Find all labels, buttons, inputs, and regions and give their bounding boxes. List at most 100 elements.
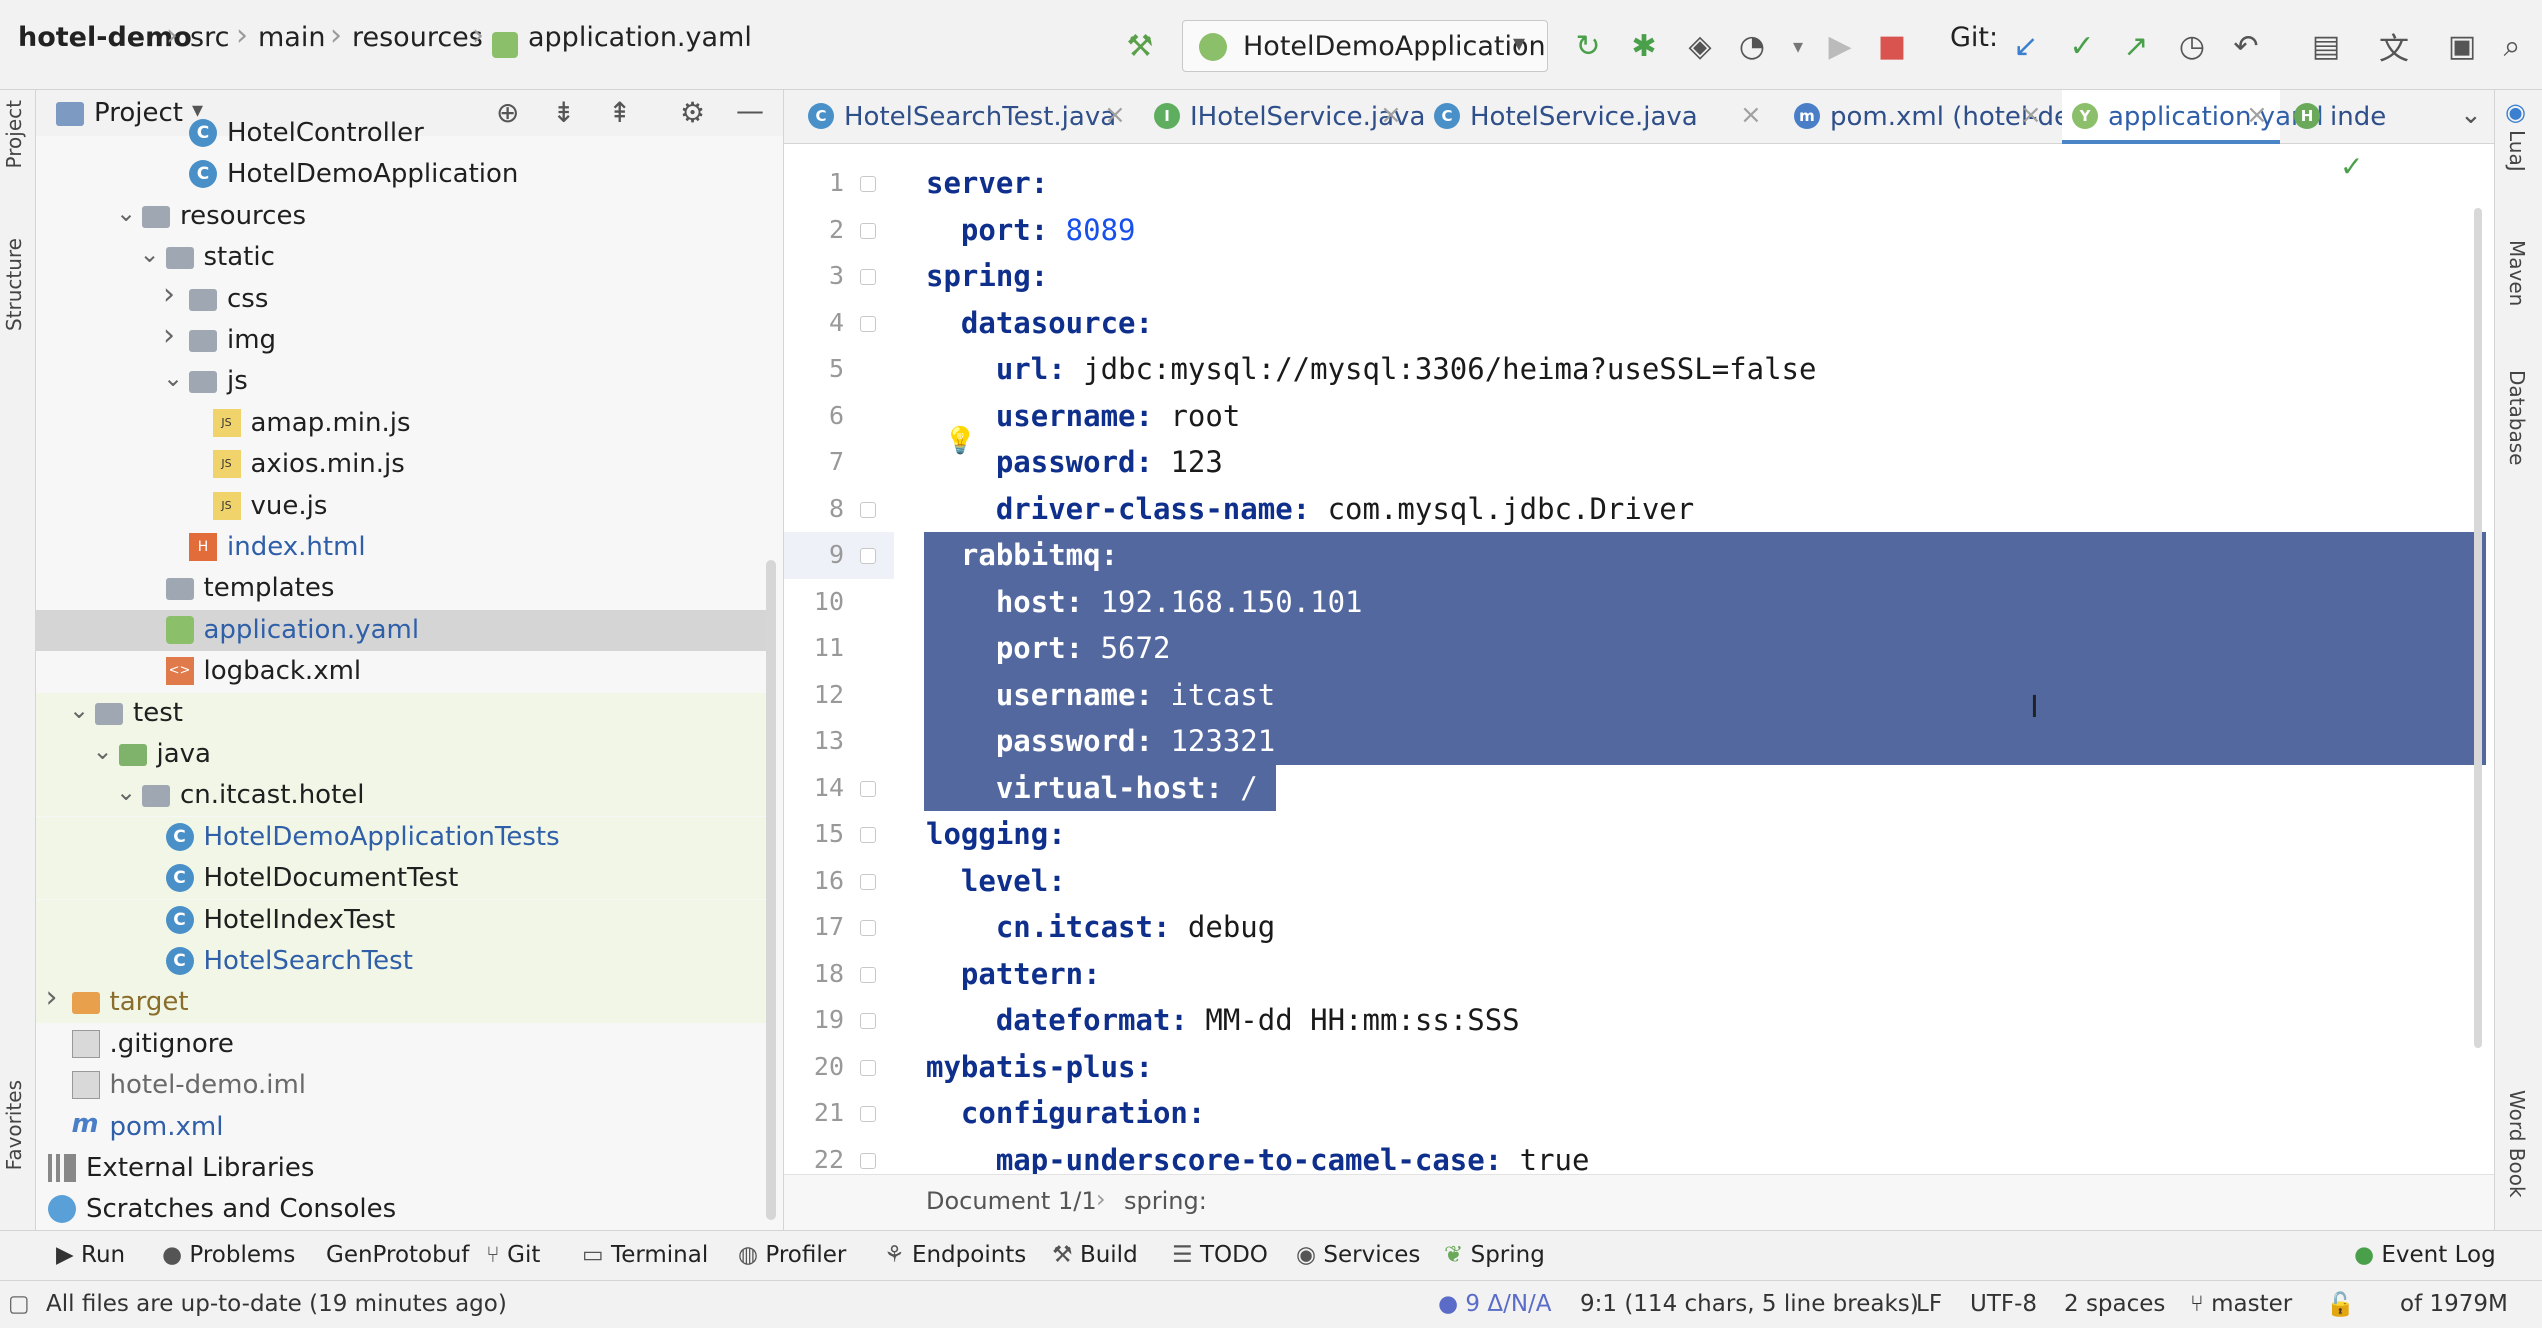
tree-item[interactable]: C HotelDemoApplication xyxy=(36,154,776,195)
inspection-ok-icon[interactable]: ✓ xyxy=(2340,150,2363,183)
debug-bug-icon[interactable]: ✱ xyxy=(1624,26,1664,66)
code-line[interactable]: port: 8089 xyxy=(926,207,1136,253)
yaml-path-crumb[interactable]: spring: xyxy=(1124,1187,1207,1215)
tree-item[interactable]: .gitignore xyxy=(36,1024,776,1065)
fold-marker-icon[interactable] xyxy=(860,827,876,843)
tree-item[interactable]: › target xyxy=(36,980,776,1024)
close-icon[interactable]: × xyxy=(2020,100,2042,130)
tree-item[interactable]: <> logback.xml xyxy=(36,651,776,692)
run-icon[interactable]: ▶ xyxy=(1820,26,1860,66)
git-commit-icon[interactable]: ✓ xyxy=(2062,26,2102,66)
maven-tool-tab[interactable]: Maven xyxy=(2505,240,2529,306)
rollback-icon[interactable]: ↶ xyxy=(2226,26,2266,66)
fold-marker-icon[interactable] xyxy=(860,920,876,936)
chevron-down-icon[interactable]: ⌄ xyxy=(116,778,136,806)
code-line[interactable]: level: xyxy=(926,858,1066,904)
project-tool-tab[interactable]: Project xyxy=(2,100,26,168)
code-line[interactable]: url: jdbc:mysql://mysql:3306/heima?useSS… xyxy=(926,346,1817,392)
search-icon[interactable]: ⌕ xyxy=(2492,26,2532,66)
editor-tab[interactable]: C HotelService.java × xyxy=(1424,90,1774,144)
chevron-down-icon[interactable]: ⌄ xyxy=(116,199,136,227)
tree-item[interactable]: Hindex.html xyxy=(36,527,776,568)
tree-item[interactable]: C HotelDemoApplicationTests xyxy=(36,816,776,858)
stop-icon[interactable]: ■ xyxy=(1872,26,1912,66)
editor-tab[interactable]: I IHotelService.java × xyxy=(1144,90,1425,144)
fold-marker-icon[interactable] xyxy=(860,315,876,332)
lightbulb-icon[interactable]: 💡 xyxy=(944,426,976,456)
code-line[interactable]: host: 192.168.150.101 xyxy=(926,579,1363,625)
code-line[interactable]: cn.itcast: debug xyxy=(926,904,1275,950)
close-icon[interactable]: × xyxy=(1380,100,1402,130)
run-tool-button[interactable]: ▶ Run xyxy=(56,1242,125,1268)
genprotobuf-tool-button[interactable]: GenProtobuf xyxy=(326,1242,469,1268)
status-toggle-icon[interactable]: ▢ xyxy=(8,1291,30,1317)
chevron-down-icon[interactable]: ⌄ xyxy=(140,240,160,268)
fold-marker-icon[interactable] xyxy=(860,1106,876,1122)
code-line[interactable]: logging: xyxy=(926,811,1066,857)
git-tool-button[interactable]: ⑂ Git xyxy=(486,1242,540,1268)
document-indicator[interactable]: Document 1/1 xyxy=(926,1187,1097,1215)
project-scrollbar[interactable] xyxy=(766,560,776,1220)
close-icon[interactable]: × xyxy=(1104,100,1126,130)
fold-marker-icon[interactable] xyxy=(860,269,876,285)
chevron-right-icon[interactable]: › xyxy=(46,980,58,1015)
build-hammer-icon[interactable]: ⚒ xyxy=(1120,26,1160,66)
tree-item[interactable]: › img xyxy=(36,318,776,361)
history-icon[interactable]: ◷ xyxy=(2172,26,2212,66)
problems-tool-button[interactable]: ● Problems xyxy=(162,1242,295,1268)
favorites-tool-tab[interactable]: Favorites xyxy=(2,1080,26,1170)
tree-item[interactable]: ⌄ resources xyxy=(36,196,776,237)
endpoints-tool-button[interactable]: ⚘ Endpoints xyxy=(884,1242,1026,1268)
breadcrumb-resources[interactable]: resources xyxy=(352,22,483,53)
fold-marker-icon[interactable] xyxy=(860,222,876,239)
fold-marker-icon[interactable] xyxy=(860,1013,876,1029)
profiler-tool-button[interactable]: ◍ Profiler xyxy=(738,1242,846,1268)
more-run-options-icon[interactable]: ▾ xyxy=(1778,26,1818,66)
fold-marker-icon[interactable] xyxy=(860,966,876,983)
warnings-indicator[interactable]: ● 9 Δ/N/A xyxy=(1438,1291,1552,1317)
tree-item[interactable]: JS vue.js xyxy=(36,486,776,527)
tab-overflow-chevron-icon[interactable]: ⌄ xyxy=(2460,100,2482,130)
tree-item[interactable]: ›Scratches and Consoles xyxy=(36,1189,776,1230)
indent-setting[interactable]: 2 spaces xyxy=(2064,1291,2165,1317)
caret-position[interactable]: 9:1 (114 chars, 5 line breaks) xyxy=(1580,1291,1919,1317)
tree-item[interactable]: C HotelController xyxy=(36,113,776,154)
window-icon[interactable]: ▣ xyxy=(2442,26,2482,66)
close-icon[interactable]: × xyxy=(2246,100,2268,130)
editor-tab[interactable]: Yapplication.yaml × xyxy=(2062,90,2324,144)
fold-marker-icon[interactable] xyxy=(860,548,876,564)
code-line[interactable]: mybatis-plus: xyxy=(926,1044,1153,1090)
build-tool-button[interactable]: ⚒ Build xyxy=(1052,1242,1138,1268)
todo-tool-button[interactable]: ☰ TODO xyxy=(1172,1242,1268,1268)
code-line[interactable]: dateformat: MM-dd HH:mm:ss:SSS xyxy=(926,997,1520,1043)
breadcrumb-main[interactable]: main xyxy=(258,22,325,53)
tree-item[interactable]: JS amap.min.js xyxy=(36,403,776,444)
tree-item[interactable]: ⌄ cn.itcast.hotel xyxy=(36,775,776,817)
translate-icon[interactable]: 文 xyxy=(2374,26,2414,67)
line-separator[interactable]: LF xyxy=(1916,1291,1942,1317)
tree-item[interactable]: JS axios.min.js xyxy=(36,444,776,485)
breadcrumb-src[interactable]: src xyxy=(190,22,229,53)
tree-item[interactable]: › css xyxy=(36,277,776,320)
tree-item[interactable]: ⌄ static xyxy=(36,237,776,278)
code-line[interactable]: virtual-host: / xyxy=(926,765,1258,811)
lock-icon[interactable]: 🔓 xyxy=(2326,1291,2355,1318)
breadcrumb-file[interactable]: application.yaml xyxy=(528,22,752,53)
editor-tab[interactable]: C HotelSearchTest.java × xyxy=(798,90,1138,144)
services-tool-button[interactable]: ◉ Services xyxy=(1296,1242,1420,1268)
fold-marker-icon[interactable] xyxy=(860,780,876,797)
git-branch[interactable]: ⑂ master xyxy=(2190,1291,2292,1317)
code-line[interactable]: datasource: xyxy=(926,300,1153,346)
chevron-down-icon[interactable]: ⌄ xyxy=(93,737,113,765)
close-icon[interactable]: × xyxy=(1740,100,1762,130)
code-line[interactable]: password: 123321 xyxy=(926,718,1275,764)
fold-marker-icon[interactable] xyxy=(860,873,876,890)
rerun-icon[interactable]: ↻ xyxy=(1568,26,1608,66)
tree-item[interactable]: application.yaml xyxy=(36,609,776,651)
code-line[interactable]: driver-class-name: com.mysql.jdbc.Driver xyxy=(926,486,1694,532)
git-update-icon[interactable]: ↙ xyxy=(2006,26,2046,66)
spring-tool-button[interactable]: ❦ Spring xyxy=(1444,1242,1545,1268)
chevron-right-icon[interactable]: › xyxy=(163,277,175,312)
code-line[interactable]: server: xyxy=(926,160,1048,206)
profile-icon[interactable]: ◔ xyxy=(1732,26,1772,66)
